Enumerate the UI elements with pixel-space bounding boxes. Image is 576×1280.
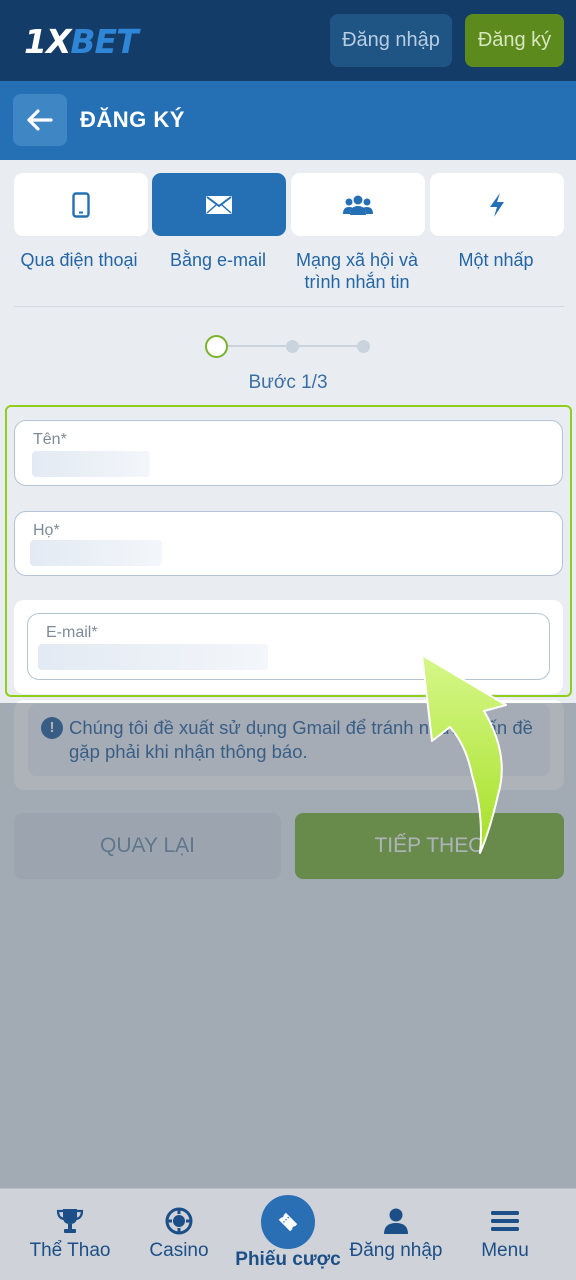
first-name-field[interactable]: Tên* [14,420,563,486]
step-2-indicator [286,340,299,353]
step-label: Bước 1/3 [248,372,328,393]
pointer-arrow-icon [421,654,507,854]
nav-menu-label: Menu [481,1240,529,1261]
nav-casino[interactable]: Casino [124,1206,234,1262]
step-connector [228,345,286,347]
nav-sports[interactable]: Thể Thao [15,1206,125,1262]
step-1-indicator [205,335,228,358]
bolt-icon [490,192,504,217]
email-value [38,644,268,670]
nav-login-label: Đăng nhập [349,1240,443,1261]
nav-betslip-button[interactable] [261,1195,315,1249]
nav-menu[interactable]: Menu [450,1206,560,1262]
casino-chip-icon [165,1207,193,1235]
page-title: ĐĂNG KÝ [80,107,185,132]
tab-phone-label: Qua điện thoại [20,250,138,270]
last-name-value [30,540,162,566]
info-icon: ! [41,717,63,739]
title-bar: ĐĂNG KÝ [0,81,576,160]
tab-phone[interactable] [14,173,148,236]
ticket-icon [278,1212,298,1232]
arrow-left-icon [27,109,53,131]
login-button[interactable]: Đăng nhập [330,14,452,67]
first-name-value [32,451,150,477]
tab-email-label: Bằng e-mail [169,250,267,270]
trophy-icon [56,1209,84,1233]
tab-email[interactable] [152,173,286,236]
tab-social-label: Mạng xã hội và trình nhắn tin [295,250,419,292]
user-icon [384,1208,408,1234]
hamburger-menu-icon [491,1211,519,1231]
back-step-button[interactable]: QUAY LẠI [14,813,281,879]
nav-casino-label: Casino [149,1240,209,1261]
email-label: E-mail* [46,624,98,641]
step-connector [299,345,357,347]
tab-one-click[interactable] [430,173,564,236]
nav-sports-label: Thể Thao [29,1240,111,1261]
mail-icon [206,195,232,214]
last-name-field[interactable]: Họ* [14,511,563,576]
first-name-label: Tên* [33,431,67,448]
brand-logo[interactable]: 1XBET [24,22,139,61]
last-name-label: Họ* [33,522,60,539]
tab-one-click-label: Một nhấp [458,250,534,270]
register-button[interactable]: Đăng ký [465,14,564,67]
step-3-indicator [357,340,370,353]
nav-betslip-label[interactable]: Phiếu cược [228,1249,348,1271]
tab-social[interactable] [291,173,425,236]
phone-icon [72,191,90,218]
nav-login[interactable]: Đăng nhập [341,1206,451,1262]
back-button[interactable] [13,94,67,146]
top-header: 1XBET Đăng nhập Đăng ký [0,0,576,81]
divider [14,306,564,307]
users-icon [343,195,373,215]
